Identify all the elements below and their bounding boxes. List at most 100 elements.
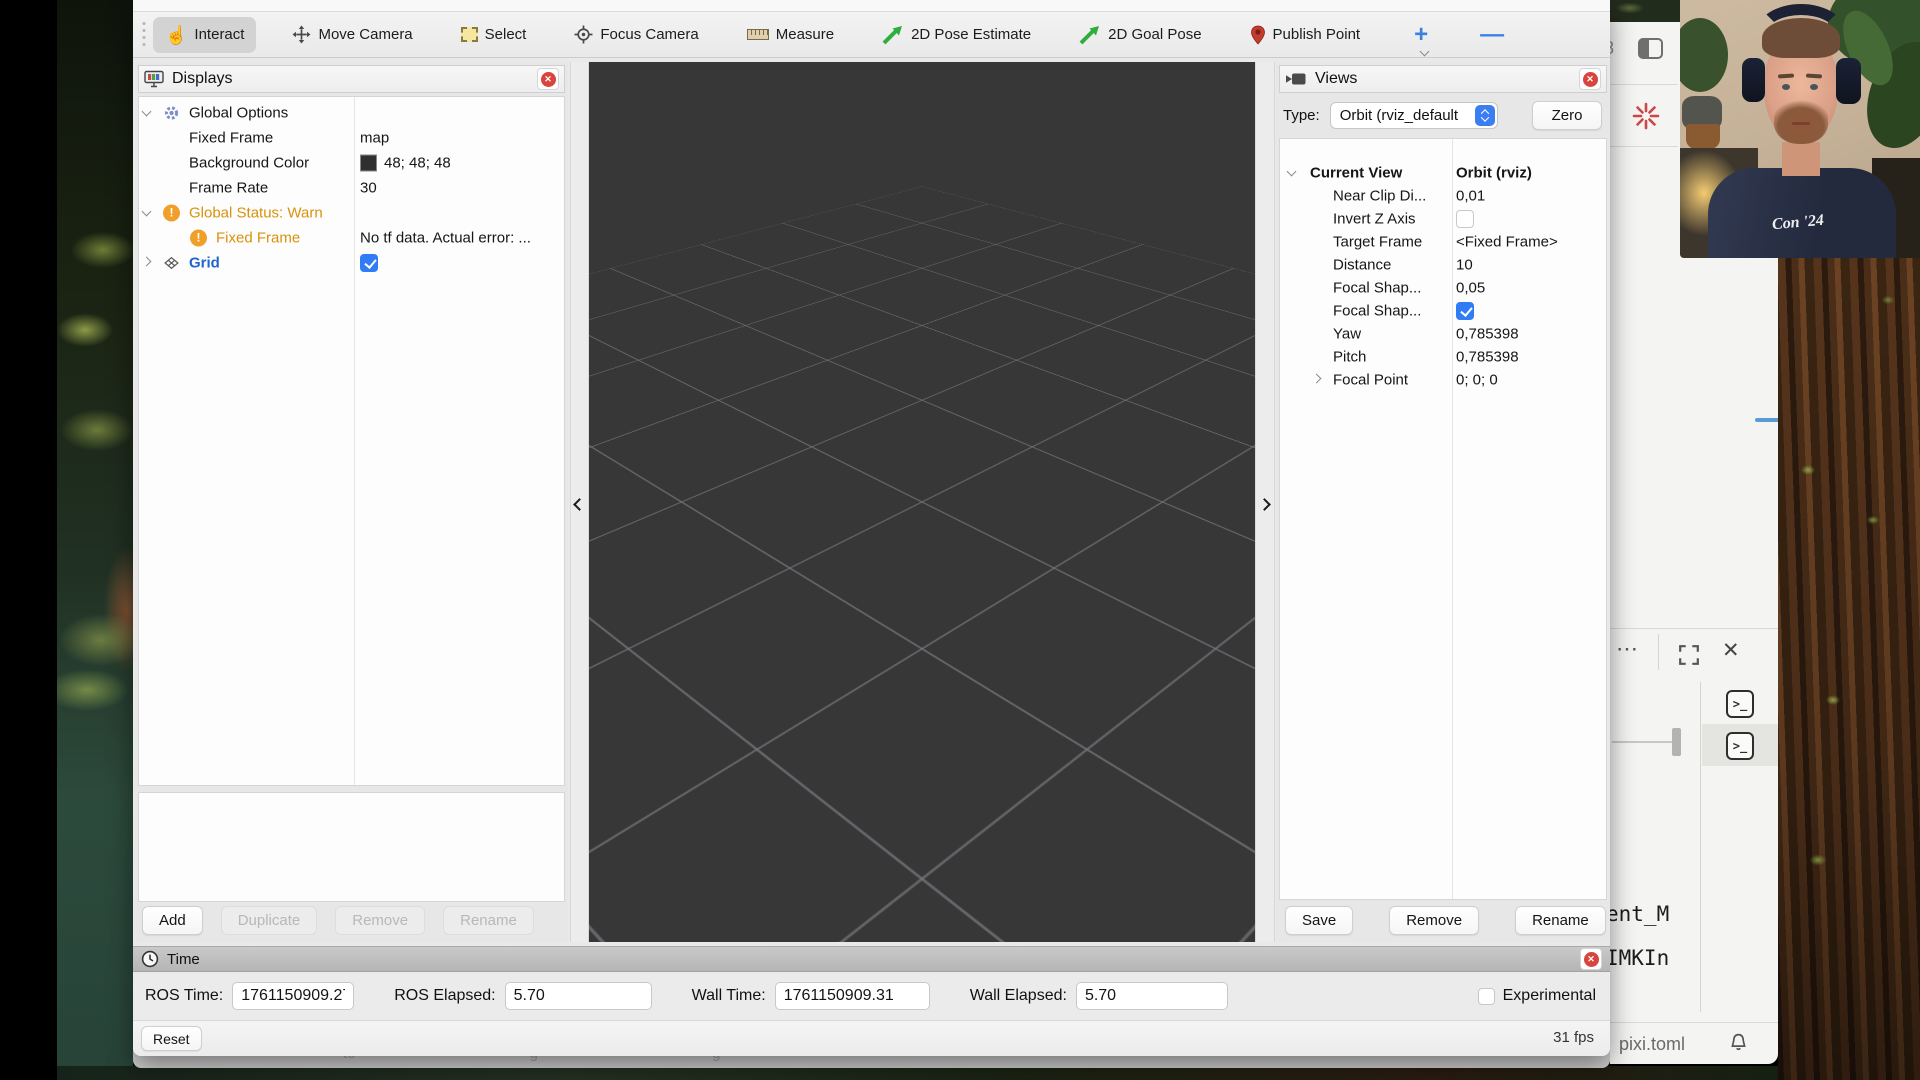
toolbar-drag-handle[interactable]	[141, 20, 147, 50]
add-tool-button[interactable]: +	[1414, 21, 1428, 49]
property-label: Focal Shap...	[1333, 302, 1421, 319]
sidebar-toggle-icon[interactable]	[1638, 38, 1663, 59]
views-row-focal-shap[interactable]: Focal Shap... 0,05	[1280, 276, 1606, 299]
property-label: Global Status: Warn	[189, 204, 323, 221]
tool-label: 2D Goal Pose	[1108, 26, 1201, 43]
views-row-pitch[interactable]: Pitch0,785398	[1280, 345, 1606, 368]
tool-measure[interactable]: Measure	[735, 17, 846, 53]
views-remove-button[interactable]: Remove	[1389, 906, 1479, 935]
terminal-icon[interactable]: >_	[1726, 690, 1754, 718]
time-field-ros-time: ROS Time:	[145, 982, 354, 1010]
chevron-right-icon[interactable]	[142, 256, 152, 266]
chevron-down-icon[interactable]	[142, 206, 152, 216]
fullscreen-icon[interactable]	[1678, 644, 1700, 666]
checkbox-checked[interactable]	[360, 254, 378, 272]
bell-icon[interactable]	[1728, 1032, 1749, 1054]
displays-row-frame-rate[interactable]: Frame Rate30	[139, 175, 564, 200]
displays-rename-button: Rename	[443, 906, 534, 935]
gear-icon	[163, 104, 180, 121]
displays-row-global-options[interactable]: Global Options	[139, 100, 564, 125]
slider-handle[interactable]	[1672, 728, 1681, 756]
time-field-wall-time: Wall Time:	[692, 982, 930, 1010]
tool-select[interactable]: Select	[449, 17, 539, 53]
divider	[1610, 84, 1678, 85]
close-panel-button[interactable]	[1580, 948, 1602, 970]
starburst-icon[interactable]	[1630, 100, 1662, 132]
terminal-icon[interactable]: >_	[1726, 732, 1754, 760]
displays-panel-header[interactable]: Displays	[138, 65, 565, 93]
field-input-ros-time[interactable]	[232, 982, 354, 1010]
displays-row-fixed-frame[interactable]: Fixed Framemap	[139, 125, 564, 150]
checkbox-unchecked[interactable]	[1456, 210, 1474, 228]
property-value: 0,05	[1456, 279, 1485, 296]
window-titlebar[interactable]	[133, 0, 1610, 12]
color-swatch	[360, 154, 377, 171]
tool-move-camera[interactable]: Move Camera	[280, 17, 424, 53]
property-label: Frame Rate	[189, 179, 268, 196]
displays-row-grid[interactable]: Grid	[139, 250, 564, 275]
tool-2d-pose-estimate[interactable]: 2D Pose Estimate	[870, 17, 1043, 53]
views-rename-button[interactable]: Rename	[1515, 906, 1606, 935]
warn-icon: !	[163, 204, 180, 221]
checkbox-checked[interactable]	[1456, 302, 1474, 320]
warn-icon: !	[190, 229, 207, 246]
divider	[1700, 682, 1701, 1012]
slider-track[interactable]	[1612, 741, 1674, 743]
views-row-focal-point[interactable]: Focal Point0; 0; 0	[1280, 368, 1606, 391]
webcam-overlay: Con '24	[1680, 0, 1920, 258]
camera-icon	[1285, 72, 1307, 86]
close-panel-button[interactable]	[1579, 68, 1601, 90]
property-label: Focal Shap...	[1333, 279, 1421, 296]
views-row-focal-shap[interactable]: Focal Shap...	[1280, 299, 1606, 322]
tool-focus-camera[interactable]: Focus Camera	[562, 17, 710, 53]
more-options-icon[interactable]: ⋯	[1616, 636, 1640, 662]
displays-tree: Global OptionsFixed FramemapBackground C…	[138, 96, 565, 786]
property-value: map	[360, 129, 389, 146]
displays-row-background-color[interactable]: Background Color48; 48; 48	[139, 150, 564, 175]
views-row-yaw[interactable]: Yaw0,785398	[1280, 322, 1606, 345]
wallpaper-forest-bottom	[57, 1066, 1778, 1080]
views-row-target-frame[interactable]: Target Frame<Fixed Frame>	[1280, 230, 1606, 253]
close-icon[interactable]: ✕	[1722, 638, 1740, 663]
views-panel-header[interactable]: Views	[1279, 65, 1607, 93]
views-row-near-clip-di[interactable]: Near Clip Di...0,01	[1280, 184, 1606, 207]
view-type-select[interactable]: Orbit (rviz_default	[1330, 102, 1498, 129]
property-label: Distance	[1333, 256, 1391, 273]
views-row-distance[interactable]: Distance10	[1280, 253, 1606, 276]
field-input-wall-time[interactable]	[775, 982, 930, 1010]
displays-panel: Displays Global OptionsFixed FramemapBac…	[135, 62, 568, 942]
time-field-ros-elapsed: ROS Elapsed:	[394, 982, 651, 1010]
type-label: Type:	[1283, 107, 1320, 124]
close-panel-button[interactable]	[537, 68, 559, 90]
field-input-ros-elapsed[interactable]	[505, 982, 652, 1010]
3d-viewport[interactable]	[589, 62, 1255, 942]
fps-counter: 31 fps	[1553, 1029, 1594, 1046]
time-panel-header[interactable]: Time	[133, 946, 1610, 972]
displays-remove-button: Remove	[335, 906, 425, 935]
displays-help-area	[138, 792, 565, 902]
collapse-right-panel-handle[interactable]	[1255, 62, 1275, 942]
field-input-wall-elapsed[interactable]	[1076, 982, 1228, 1010]
tool-2d-goal-pose[interactable]: 2D Goal Pose	[1067, 17, 1213, 53]
close-icon	[1583, 72, 1598, 87]
tool-interact[interactable]: ☝Interact	[153, 17, 256, 53]
views-save-button[interactable]: Save	[1285, 906, 1353, 935]
views-row-invert-z-axis[interactable]: Invert Z Axis	[1280, 207, 1606, 230]
statusbar-filename: pixi.toml	[1619, 1034, 1685, 1055]
chevron-down-icon[interactable]	[1287, 166, 1297, 176]
zero-button[interactable]: Zero	[1532, 101, 1602, 130]
experimental-checkbox[interactable]	[1478, 988, 1495, 1005]
remove-tool-button[interactable]: —	[1480, 21, 1504, 49]
divider	[1610, 628, 1778, 629]
views-row-current-view[interactable]: Current ViewOrbit (rviz)	[1280, 161, 1606, 184]
close-icon	[541, 72, 556, 87]
chevron-right-icon[interactable]	[1312, 373, 1322, 383]
chevron-down-icon[interactable]	[142, 106, 152, 116]
displays-add-button[interactable]: Add	[142, 906, 203, 935]
views-tree: Current ViewOrbit (rviz)Near Clip Di...0…	[1279, 138, 1607, 900]
displays-row-fixed-frame[interactable]: !Fixed FrameNo tf data. Actual error: ..…	[139, 225, 564, 250]
tool-publish-point[interactable]: Publish Point	[1238, 17, 1373, 53]
displays-row-global-status-warn[interactable]: ! Global Status: Warn	[139, 200, 564, 225]
reset-button[interactable]: Reset	[141, 1026, 202, 1051]
collapse-left-panel-handle[interactable]	[570, 62, 589, 942]
